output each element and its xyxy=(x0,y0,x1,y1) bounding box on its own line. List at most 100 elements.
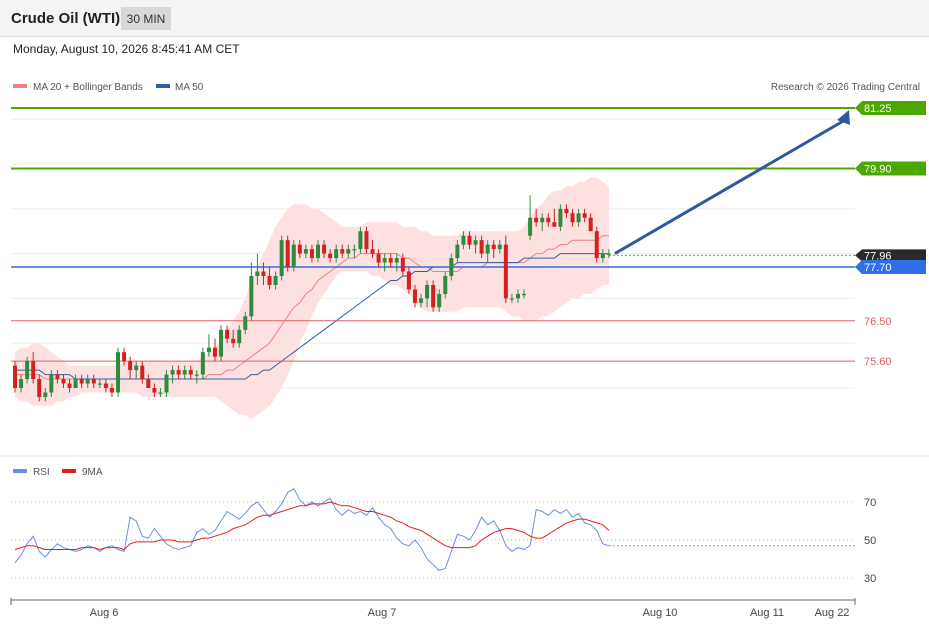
candle-body xyxy=(255,271,260,276)
candle-body xyxy=(334,249,339,259)
candle-body xyxy=(231,338,236,344)
candle-body xyxy=(273,276,278,285)
candle-body xyxy=(376,253,381,263)
candle-body xyxy=(19,379,24,388)
rsi-panel: RSI 9MA 70 50 30 xyxy=(11,467,876,585)
candle-body xyxy=(225,329,230,339)
time-tick-label: Aug 11 xyxy=(750,607,784,619)
candle-body xyxy=(406,271,411,290)
ma20-legend-swatch xyxy=(13,84,27,88)
candle-body xyxy=(491,244,496,250)
ma20-legend-label: MA 20 + Bollinger Bands xyxy=(33,82,143,93)
resistance-level-label: 81.25 xyxy=(864,103,892,115)
pivot-level-label: 77.70 xyxy=(864,262,892,274)
candle-body xyxy=(503,244,508,299)
price-legend: MA 20 + Bollinger Bands MA 50 Research © 2… xyxy=(13,82,920,93)
candle-body xyxy=(303,249,308,254)
target-arrow-shaft xyxy=(614,118,846,255)
rsi-legend-swatch xyxy=(13,469,27,473)
candle-body xyxy=(576,213,581,223)
candle-body xyxy=(309,249,314,259)
candle-body xyxy=(600,253,605,259)
rsi-ma-line xyxy=(14,501,610,551)
candle-body xyxy=(61,379,66,384)
candle-body xyxy=(164,374,169,393)
support-level-label: 76.50 xyxy=(864,316,892,328)
candle-body xyxy=(570,213,575,223)
candle-body xyxy=(67,383,72,388)
candle-body xyxy=(594,231,599,259)
candle-body xyxy=(285,240,290,268)
candle-body xyxy=(425,284,430,299)
candle-body xyxy=(158,392,163,394)
candle-body xyxy=(237,329,242,344)
candle-body xyxy=(467,235,472,245)
candle-body xyxy=(443,276,448,294)
candle-body xyxy=(49,374,54,393)
candle-body xyxy=(79,379,84,384)
candle-body xyxy=(194,374,199,376)
candle-body xyxy=(109,388,114,393)
candle-body xyxy=(400,258,405,272)
candle-body xyxy=(146,379,151,388)
candle-body xyxy=(346,249,351,254)
candle-body xyxy=(316,244,320,259)
candle-body xyxy=(552,222,557,227)
candle-body xyxy=(606,253,611,255)
candle-body xyxy=(291,244,296,268)
candle-body xyxy=(394,258,399,263)
candle-body xyxy=(322,244,327,254)
candle-body xyxy=(546,217,551,223)
candle-body xyxy=(134,365,139,371)
candle-body xyxy=(200,352,205,375)
candle-body xyxy=(91,379,96,384)
candle-body xyxy=(13,365,17,388)
candle-body xyxy=(358,231,363,250)
candle-body xyxy=(188,370,193,375)
candle-body xyxy=(219,329,224,357)
candle-body xyxy=(212,347,217,357)
candle-body xyxy=(588,217,593,232)
rsi-tick-label: 50 xyxy=(864,535,876,547)
candle-body xyxy=(297,244,302,254)
candle-body xyxy=(37,379,42,397)
candle-body xyxy=(206,347,211,353)
candle-body xyxy=(370,249,375,254)
candle-body xyxy=(176,370,181,375)
candle-body xyxy=(534,217,539,223)
candle-body xyxy=(25,361,30,380)
candle-body xyxy=(243,316,248,330)
candle-body xyxy=(528,217,533,236)
support-level-label: 75.60 xyxy=(864,356,892,368)
candle-body xyxy=(382,258,387,263)
level-labels: 81.2579.9077.9677.7076.5075.60 xyxy=(855,101,926,368)
candle-body xyxy=(128,361,133,371)
time-tick-label: Aug 22 xyxy=(815,607,850,619)
target-arrow xyxy=(614,110,850,255)
candle-body xyxy=(364,231,369,250)
candle-body xyxy=(564,208,569,214)
ma50-legend-label: MA 50 xyxy=(175,82,204,93)
candle-body xyxy=(328,253,333,259)
time-tick-label: Aug 7 xyxy=(368,607,397,619)
candle-body xyxy=(461,235,466,245)
candle-body xyxy=(515,293,520,299)
candle-body xyxy=(522,293,527,296)
candle-body xyxy=(497,244,502,250)
time-axis: Aug 6 Aug 7 Aug 10 Aug 11 Aug 22 xyxy=(10,598,856,619)
candle-body xyxy=(412,289,417,303)
rsi-ma-legend-label: 9MA xyxy=(82,467,103,478)
candle-body xyxy=(352,249,357,251)
time-tick-label: Aug 6 xyxy=(90,607,119,619)
resistance-level-label: 79.90 xyxy=(864,163,892,175)
rsi-ma-legend-swatch xyxy=(62,469,76,473)
candle-body xyxy=(388,258,393,263)
time-tick-label: Aug 10 xyxy=(643,607,678,619)
candle-body xyxy=(279,240,284,276)
price-levels xyxy=(11,107,855,362)
candle-body xyxy=(43,392,48,397)
candle-body xyxy=(455,244,460,259)
candle-body xyxy=(267,276,272,285)
candle-body xyxy=(419,298,424,303)
chart-svg: MA 20 + Bollinger Bands MA 50 Research © 2… xyxy=(0,82,929,619)
